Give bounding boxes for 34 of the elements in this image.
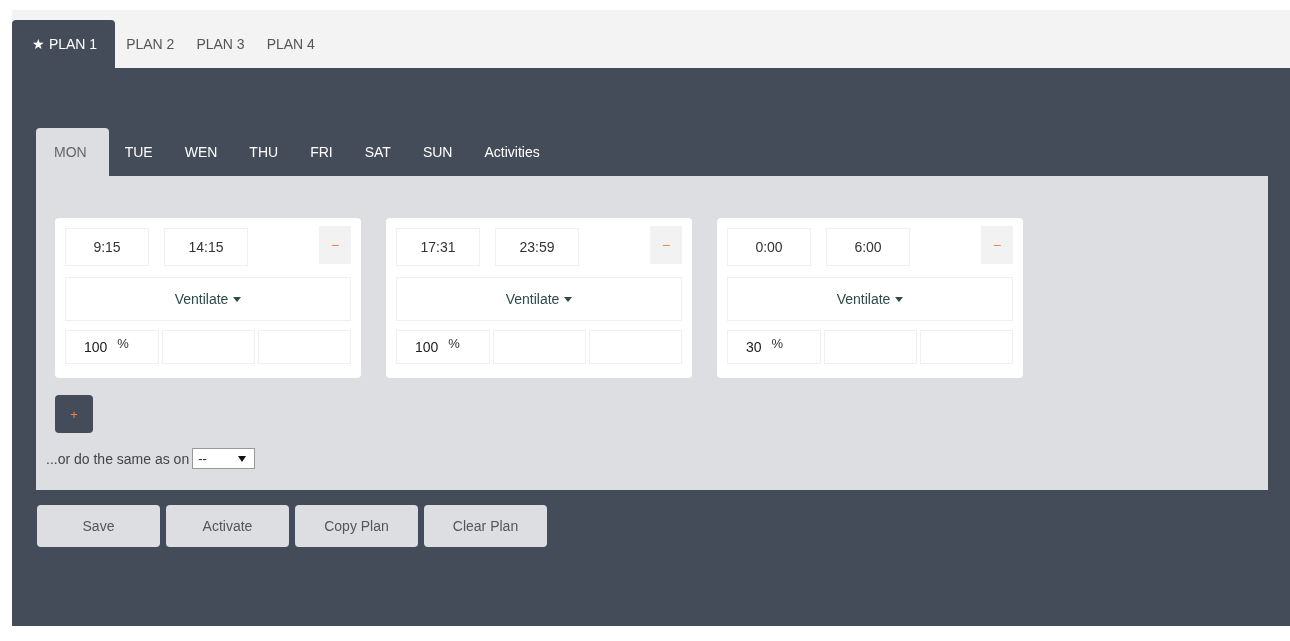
plan-tab[interactable]: PLAN 2 <box>115 20 186 68</box>
percent-field[interactable]: 30 % <box>727 330 821 364</box>
caret-icon <box>895 296 904 302</box>
day-select[interactable]: -- <box>192 448 256 469</box>
start-time-field[interactable]: 0:00 <box>727 228 811 266</box>
end-time-field[interactable]: 14:15 <box>164 228 248 266</box>
percent-field[interactable]: 100 % <box>396 330 490 364</box>
day-tab[interactable]: FRI <box>294 128 349 176</box>
dropdown-arrow-icon <box>238 455 247 462</box>
day-tab[interactable]: SUN <box>406 128 469 176</box>
action-dropdown[interactable]: Ventilate <box>65 277 351 321</box>
day-tab[interactable]: Activities <box>468 128 556 176</box>
day-tab[interactable]: MON <box>36 128 109 176</box>
action-button[interactable]: Activate <box>166 505 289 547</box>
caret-icon <box>233 296 242 302</box>
start-time-field[interactable]: 17:31 <box>396 228 480 266</box>
action-dropdown[interactable]: Ventilate <box>727 277 1013 321</box>
same-as-label: ...or do the same as on <box>46 450 190 467</box>
day-tab[interactable]: THU <box>233 128 295 176</box>
plan-tab[interactable]: PLAN 3 <box>185 20 256 68</box>
day-tab[interactable]: SAT <box>348 128 407 176</box>
day-tab[interactable]: WEN <box>168 128 234 176</box>
end-time-field[interactable]: 6:00 <box>826 228 910 266</box>
day-tab[interactable]: TUE <box>108 128 169 176</box>
action-dropdown[interactable]: Ventilate <box>396 277 682 321</box>
plan-tab[interactable]: PLAN 4 <box>255 20 326 68</box>
action-button[interactable]: Clear Plan <box>424 505 547 547</box>
end-time-field[interactable]: 23:59 <box>495 228 579 266</box>
action-button[interactable]: Copy Plan <box>295 505 418 547</box>
action-button[interactable]: Save <box>37 505 160 547</box>
percent-field[interactable]: 100 % <box>65 330 159 364</box>
plan-tab[interactable]: ★ PLAN 1 <box>12 20 116 68</box>
start-time-field[interactable]: 9:15 <box>65 228 149 266</box>
caret-icon <box>564 296 573 302</box>
